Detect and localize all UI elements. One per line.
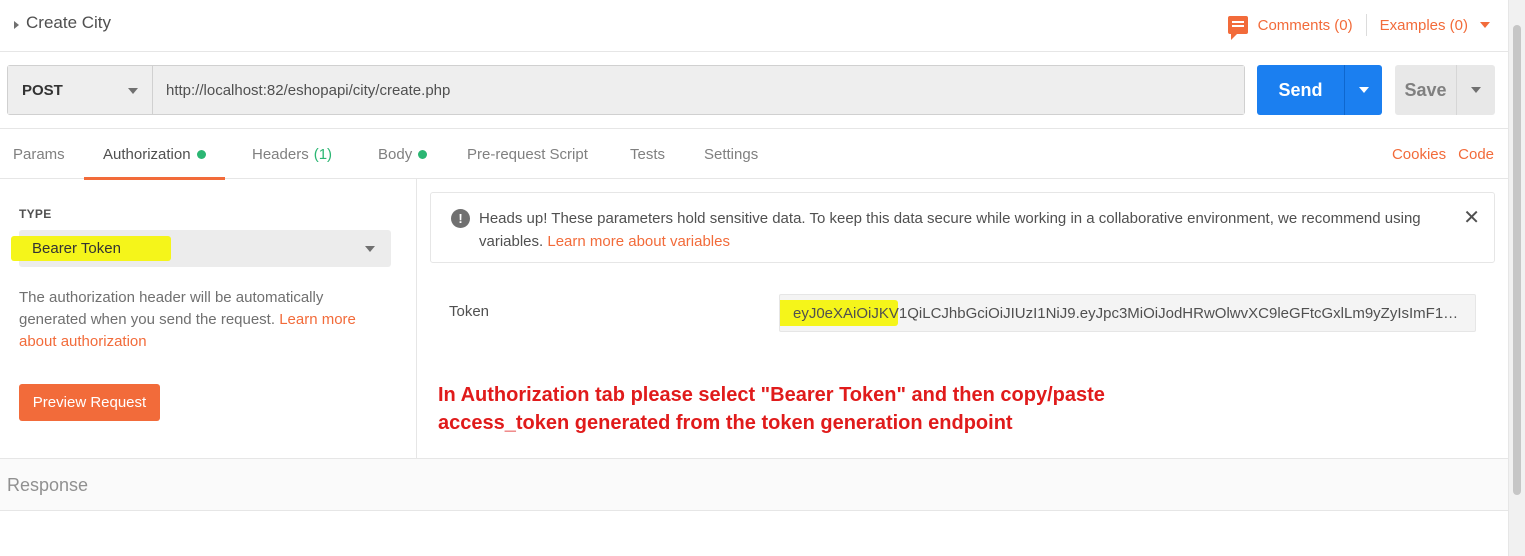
- auth-description: The authorization header will be automat…: [19, 287, 391, 353]
- tab-params[interactable]: Params: [13, 129, 65, 179]
- scrollbar[interactable]: [1508, 0, 1525, 556]
- url-bar: POST http://localhost:82/eshopapi/city/c…: [7, 65, 1245, 115]
- chevron-down-icon: [1471, 87, 1481, 93]
- annotation-line-1: In Authorization tab please select "Bear…: [438, 384, 1105, 406]
- method-select[interactable]: POST: [8, 66, 153, 114]
- tab-label: Pre-request Script: [467, 145, 588, 163]
- examples-link[interactable]: Examples (0): [1380, 17, 1468, 34]
- tab-label: Tests: [630, 145, 666, 163]
- tab-label: Headers: [252, 145, 309, 163]
- chevron-down-icon[interactable]: [1480, 22, 1490, 28]
- request-tabs: Params Authorization Headers (1) Body Pr…: [0, 128, 1508, 180]
- tab-label: Body: [378, 145, 413, 163]
- learn-more-variables-link[interactable]: Learn more about variables: [547, 233, 730, 250]
- auth-description-text: The authorization header will be automat…: [19, 289, 324, 328]
- alert-message: Heads up! These parameters hold sensitiv…: [479, 207, 1439, 253]
- save-options-button[interactable]: [1456, 65, 1495, 115]
- send-options-button[interactable]: [1344, 65, 1382, 115]
- annotation-line-2: access_token generated from the token ge…: [438, 412, 1013, 434]
- caret-right-icon[interactable]: [14, 20, 19, 29]
- auth-type-panel: TYPE Bearer Token The authorization head…: [0, 179, 417, 459]
- method-value: POST: [22, 81, 63, 99]
- response-pane: Response: [0, 458, 1508, 511]
- token-label: Token: [449, 303, 490, 320]
- tab-tests[interactable]: Tests: [630, 129, 665, 179]
- close-icon[interactable]: ✕: [1463, 208, 1480, 228]
- token-value: eyJ0eXAiOiJKV1QiLCJhbGciOiJIUzI1NiJ9.eyJ…: [793, 304, 1463, 322]
- send-button-group: Send: [1257, 65, 1382, 115]
- exclamation-circle-icon: !: [451, 209, 470, 228]
- comment-icon[interactable]: [1227, 16, 1248, 40]
- tab-label: Params: [13, 145, 65, 163]
- tab-count: (1): [313, 145, 333, 163]
- tab-authorization[interactable]: Authorization: [84, 129, 225, 180]
- comments-link[interactable]: Comments (0): [1258, 17, 1353, 34]
- url-input[interactable]: http://localhost:82/eshopapi/city/create…: [153, 66, 1244, 114]
- status-dot: [418, 150, 428, 159]
- type-label: TYPE: [19, 207, 52, 221]
- scrollbar-thumb[interactable]: [1513, 25, 1521, 495]
- tab-pre-request-script[interactable]: Pre-request Script: [467, 129, 588, 179]
- annotation-text: In Authorization tab please select "Bear…: [438, 381, 1105, 437]
- tab-label: Authorization: [103, 145, 191, 163]
- tab-links: Cookies Code: [1380, 129, 1494, 179]
- preview-request-button[interactable]: Preview Request: [19, 384, 160, 421]
- divider: [1365, 14, 1367, 36]
- save-button[interactable]: Save: [1395, 65, 1456, 115]
- chevron-down-icon: [365, 246, 375, 252]
- request-title-label: Create City: [26, 13, 112, 32]
- cookies-link[interactable]: Cookies: [1392, 146, 1446, 163]
- header-actions: Comments (0) Examples (0): [1227, 14, 1490, 40]
- request-title[interactable]: Create City: [14, 13, 111, 33]
- tab-label: Settings: [704, 145, 759, 163]
- token-input[interactable]: eyJ0eXAiOiJKV1QiLCJhbGciOiJIUzI1NiJ9.eyJ…: [779, 294, 1476, 332]
- chevron-down-icon: [128, 88, 138, 94]
- response-label: Response: [7, 475, 89, 495]
- status-dot: [196, 150, 206, 159]
- code-link[interactable]: Code: [1458, 146, 1494, 163]
- sensitive-data-alert: ! Heads up! These parameters hold sensit…: [430, 192, 1495, 263]
- save-button-group: Save: [1395, 65, 1495, 115]
- send-button[interactable]: Send: [1257, 65, 1344, 115]
- tab-headers[interactable]: Headers (1): [252, 129, 332, 179]
- tab-body[interactable]: Body: [378, 129, 428, 179]
- auth-type-value: Bearer Token: [32, 240, 121, 257]
- tab-settings[interactable]: Settings: [704, 129, 758, 179]
- request-header: Create City Comments (0) Examples (0): [0, 0, 1510, 52]
- auth-type-select[interactable]: Bearer Token: [11, 230, 391, 267]
- url-value: http://localhost:82/eshopapi/city/create…: [166, 81, 451, 99]
- chevron-down-icon: [1358, 87, 1369, 93]
